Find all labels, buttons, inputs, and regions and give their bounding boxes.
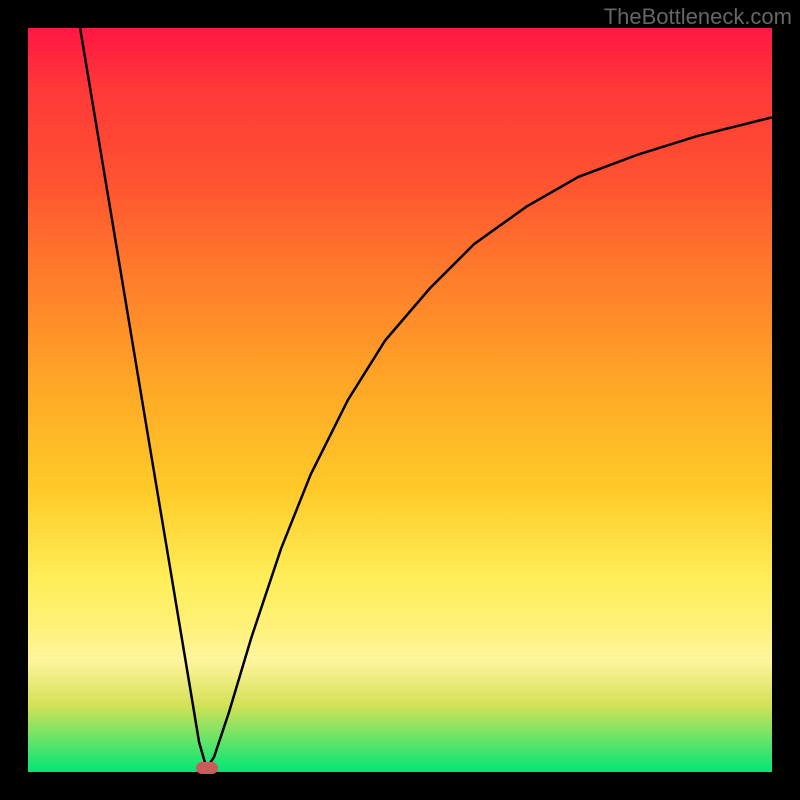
bottleneck-curve-svg [28, 28, 772, 772]
chart-container: TheBottleneck.com [0, 0, 800, 800]
plot-area [28, 28, 772, 772]
watermark-text: TheBottleneck.com [604, 4, 792, 30]
bottleneck-curve [80, 28, 772, 768]
optimal-point-marker [196, 762, 218, 774]
